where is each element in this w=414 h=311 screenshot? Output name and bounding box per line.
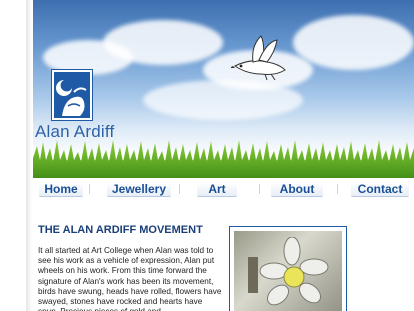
nav-jewellery-link[interactable]: Jewellery: [107, 182, 171, 197]
logo[interactable]: [52, 70, 92, 120]
article-body: It all started at Art College when Alan …: [38, 246, 222, 311]
moon-face-logo-icon: [56, 80, 87, 116]
nav-separator: [259, 184, 260, 194]
flying-bird-icon: [231, 35, 286, 81]
main-nav: Home Jewellery Art About Contact: [33, 180, 414, 198]
jewellery-photo: [229, 226, 347, 311]
grass-decoration: [33, 140, 414, 178]
nav-separator: [179, 184, 180, 194]
cloud: [143, 80, 303, 120]
flower-pendant-icon: [248, 237, 329, 306]
nav-about-link[interactable]: About: [271, 182, 323, 197]
site-container: Alan Ardiff Home Jewellery Art About Con…: [33, 0, 414, 311]
cloud: [293, 15, 414, 70]
nav-art-link[interactable]: Art: [197, 182, 237, 197]
nav-separator: [89, 184, 90, 194]
article-heading: THE ALAN ARDIFF MOVEMENT: [38, 224, 203, 236]
nav-home-link[interactable]: Home: [39, 182, 83, 197]
page-shadow: [26, 0, 32, 311]
header-banner: Alan Ardiff: [33, 0, 414, 178]
cloud: [103, 20, 223, 65]
nav-contact-link[interactable]: Contact: [351, 182, 409, 197]
nav-separator: [337, 184, 338, 194]
